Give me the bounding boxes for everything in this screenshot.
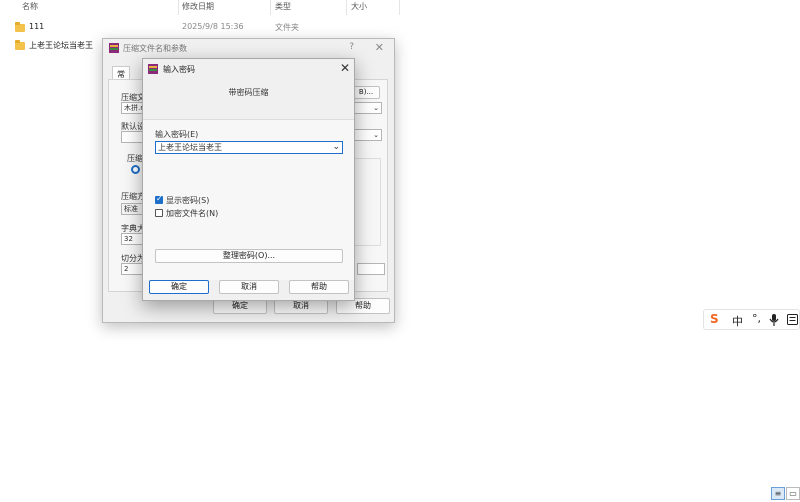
keyboard-icon[interactable]: [787, 314, 798, 325]
details-view-icon[interactable]: ≡: [771, 487, 785, 500]
encrypt-filenames-label[interactable]: 加密文件名(N): [166, 208, 218, 219]
file-name: 111: [29, 22, 45, 31]
column-name[interactable]: 名称: [22, 1, 38, 12]
tiles-view-icon[interactable]: ▭: [786, 487, 800, 500]
password-dialog: 输入密码 ✕ 带密码压缩 输入密码(E) 上老王论坛当老王 ⌄ 显示密码(S) …: [142, 58, 355, 301]
split-unit-dropdown[interactable]: [357, 263, 385, 275]
microphone-icon[interactable]: [769, 314, 779, 326]
dialog-titlebar[interactable]: 压缩文件名和参数 ? ✕: [103, 39, 394, 57]
password-value: 上老王论坛当老王: [158, 143, 222, 152]
column-divider[interactable]: [270, 0, 271, 15]
file-name: 上老王论坛当老王: [29, 41, 93, 50]
show-password-checkbox[interactable]: [155, 194, 163, 204]
column-type[interactable]: 类型: [275, 1, 291, 12]
close-icon[interactable]: ✕: [340, 61, 350, 75]
column-header: 名称 修改日期 类型 大小: [0, 0, 400, 16]
profile-dropdown[interactable]: ⌄: [354, 129, 382, 141]
ime-punctuation-toggle[interactable]: °,: [752, 312, 761, 325]
column-divider[interactable]: [178, 0, 179, 15]
chevron-down-icon[interactable]: ⌄: [332, 142, 340, 153]
column-divider[interactable]: [399, 0, 400, 15]
winrar-icon: [148, 64, 158, 74]
organize-passwords-button[interactable]: 整理密码(O)...: [155, 249, 343, 263]
sogou-logo-icon[interactable]: S: [710, 312, 719, 326]
dialog-titlebar[interactable]: 输入密码 ✕: [143, 59, 354, 79]
password-label: 输入密码(E): [155, 130, 199, 139]
help-button[interactable]: 帮助: [289, 280, 349, 294]
password-input[interactable]: 上老王论坛当老王 ⌄: [155, 141, 343, 154]
browse-button[interactable]: B)...: [352, 86, 380, 99]
format-label: 压缩: [127, 154, 143, 163]
chevron-down-icon: ⌄: [373, 131, 379, 139]
dialog-title: 输入密码: [163, 65, 195, 74]
file-type: 文件夹: [275, 23, 299, 32]
file-row[interactable]: 111 2025/9/8 15:36 文件夹: [0, 18, 400, 36]
chevron-down-icon: ⌄: [373, 104, 379, 112]
help-icon[interactable]: ?: [349, 42, 354, 52]
folder-icon: [15, 22, 25, 32]
column-size[interactable]: 大小: [351, 1, 367, 12]
encrypt-filenames-checkbox[interactable]: [155, 209, 163, 217]
file-modified: 2025/9/8 15:36: [182, 22, 244, 31]
ime-language-toggle[interactable]: 中: [732, 313, 743, 329]
format-radio[interactable]: [131, 165, 140, 174]
dialog-subtitle: 带密码压缩: [228, 88, 269, 97]
winrar-icon: [109, 43, 119, 53]
column-modified[interactable]: 修改日期: [182, 1, 214, 12]
folder-icon: [15, 40, 25, 50]
dialog-title: 压缩文件名和参数: [123, 44, 187, 53]
show-password-label[interactable]: 显示密码(S): [166, 195, 209, 206]
ok-button[interactable]: 确定: [149, 280, 209, 294]
close-icon[interactable]: ✕: [375, 41, 384, 54]
archive-name-dropdown[interactable]: ⌄: [354, 102, 382, 114]
password-panel: 输入密码(E) 上老王论坛当老王 ⌄ 显示密码(S) 加密文件名(N) 整理密码…: [143, 120, 354, 280]
cancel-button[interactable]: 取消: [219, 280, 279, 294]
ime-toolbar: S 中 °,: [703, 309, 800, 330]
column-divider[interactable]: [346, 0, 347, 15]
